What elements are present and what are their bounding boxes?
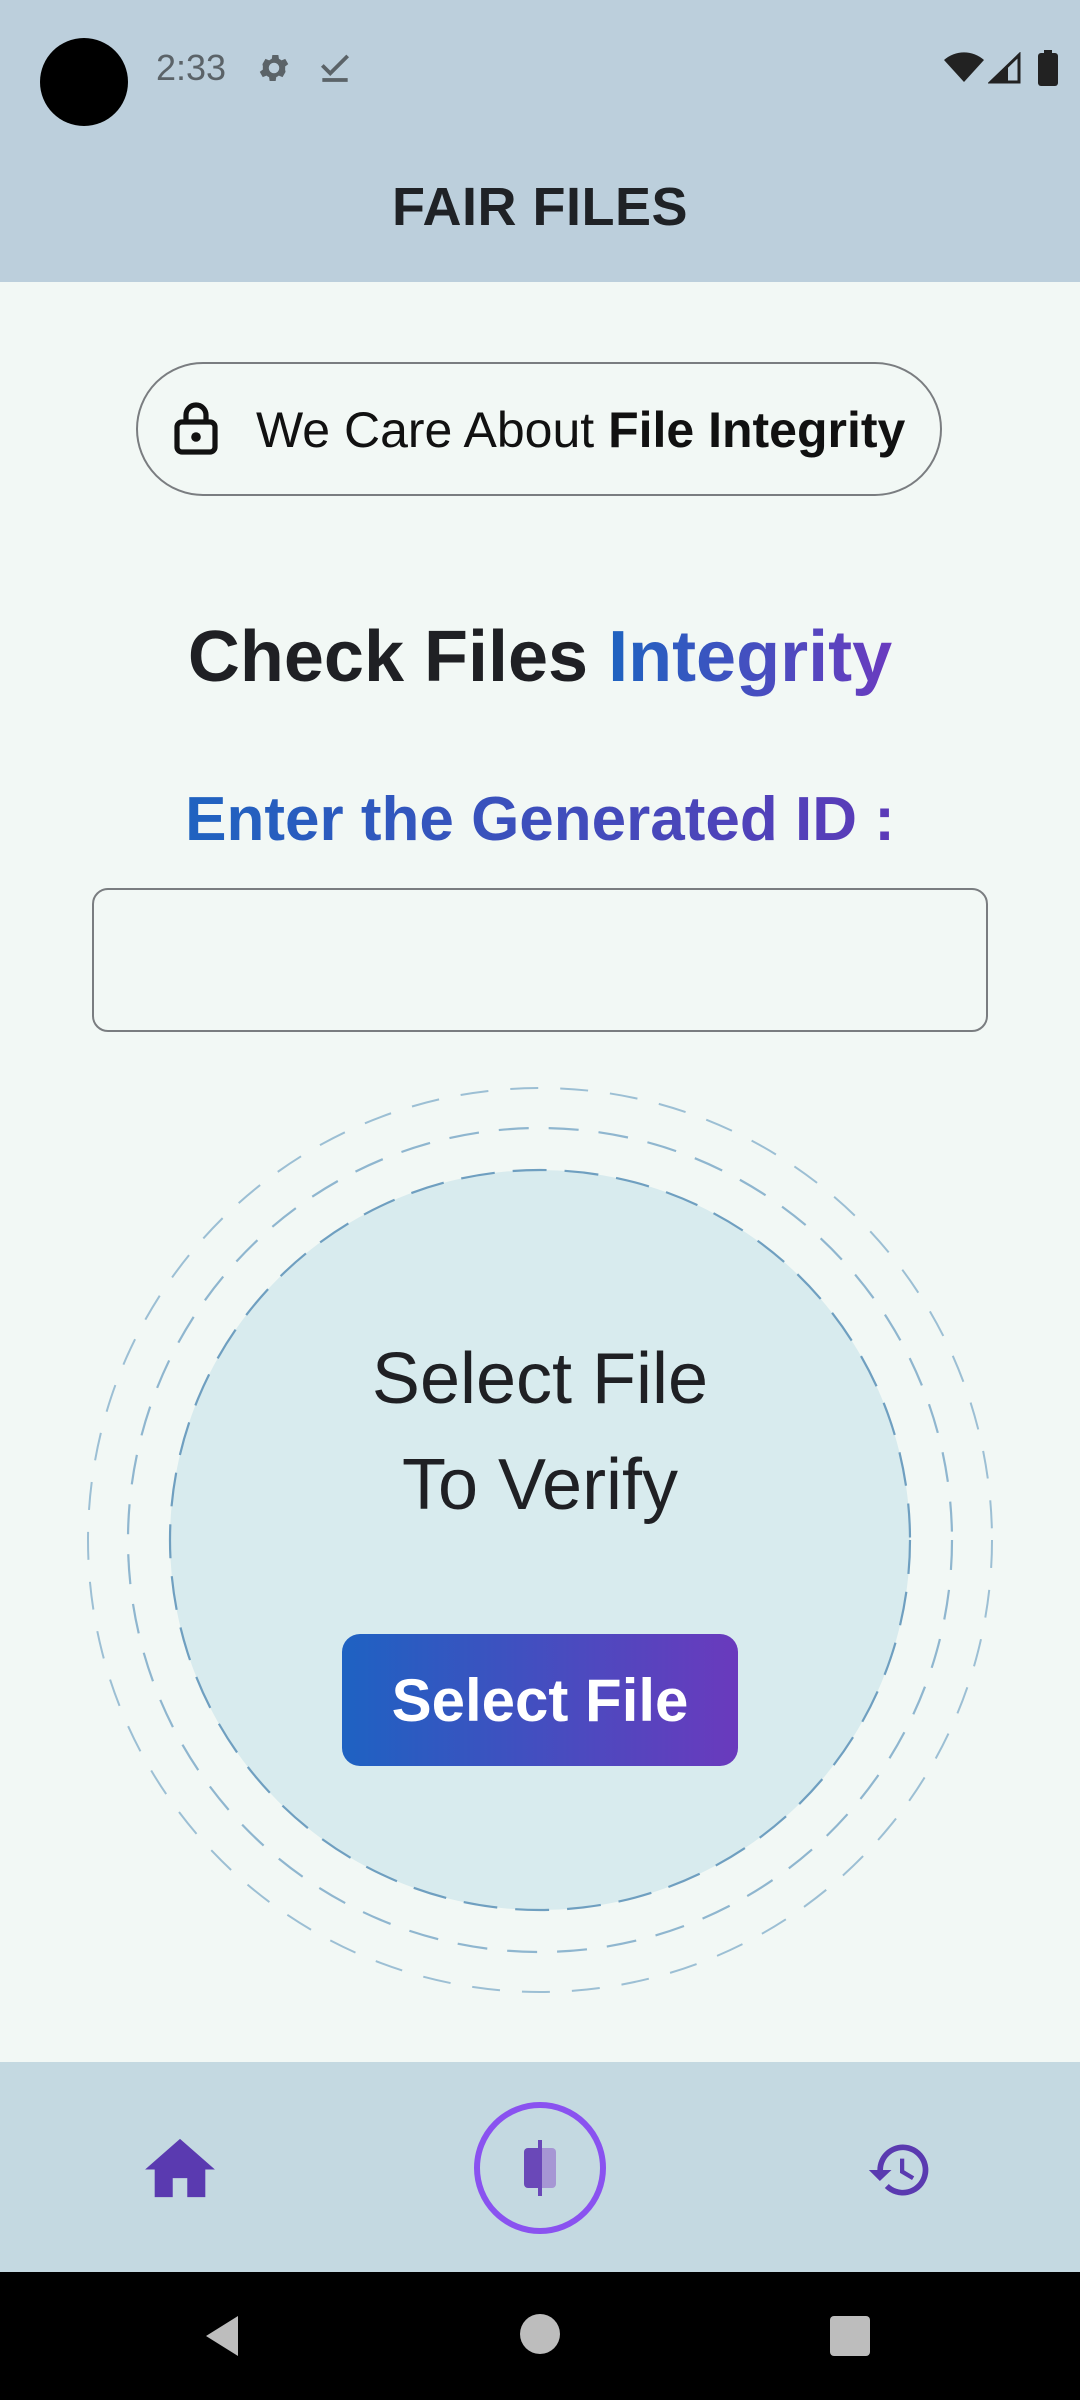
select-file-button[interactable]: Select File — [342, 1634, 738, 1766]
generated-id-label: Enter the Generated ID : — [185, 785, 895, 854]
app-title: FAIR FILES — [391, 177, 688, 237]
signal-icon — [988, 52, 1021, 84]
file-drop-zone — [87, 1087, 993, 1993]
check-icon — [320, 54, 350, 82]
home-gesture-button[interactable] — [520, 2314, 560, 2354]
tagline-text: We Care About File Integrity — [256, 398, 905, 462]
compare-nav-button[interactable] — [474, 2102, 606, 2234]
home-icon[interactable] — [144, 2136, 216, 2200]
wifi-icon — [944, 52, 984, 82]
heading-accent: Integrity — [608, 617, 893, 697]
lock-icon — [174, 402, 218, 455]
gear-icon — [259, 54, 289, 82]
camera-cutout — [40, 38, 128, 126]
back-icon[interactable] — [200, 2312, 248, 2360]
history-icon[interactable] — [864, 2136, 936, 2204]
heading-prefix: Check Files — [187, 617, 609, 697]
compare-icon — [524, 2140, 556, 2196]
tagline-prefix: We Care About — [256, 402, 609, 458]
generated-id-input[interactable] — [92, 888, 988, 1032]
select-file-prompt: Select File To Verify — [0, 1326, 1080, 1538]
tagline-emphasis: File Integrity — [608, 402, 906, 458]
prompt-line-1: Select File — [371, 1339, 709, 1419]
recents-button[interactable] — [830, 2316, 870, 2356]
page-heading: Check Files Integrity — [0, 612, 1080, 702]
status-time: 2:33 — [156, 47, 227, 88]
battery-icon — [1038, 50, 1058, 86]
prompt-line-2: To Verify — [401, 1445, 679, 1525]
